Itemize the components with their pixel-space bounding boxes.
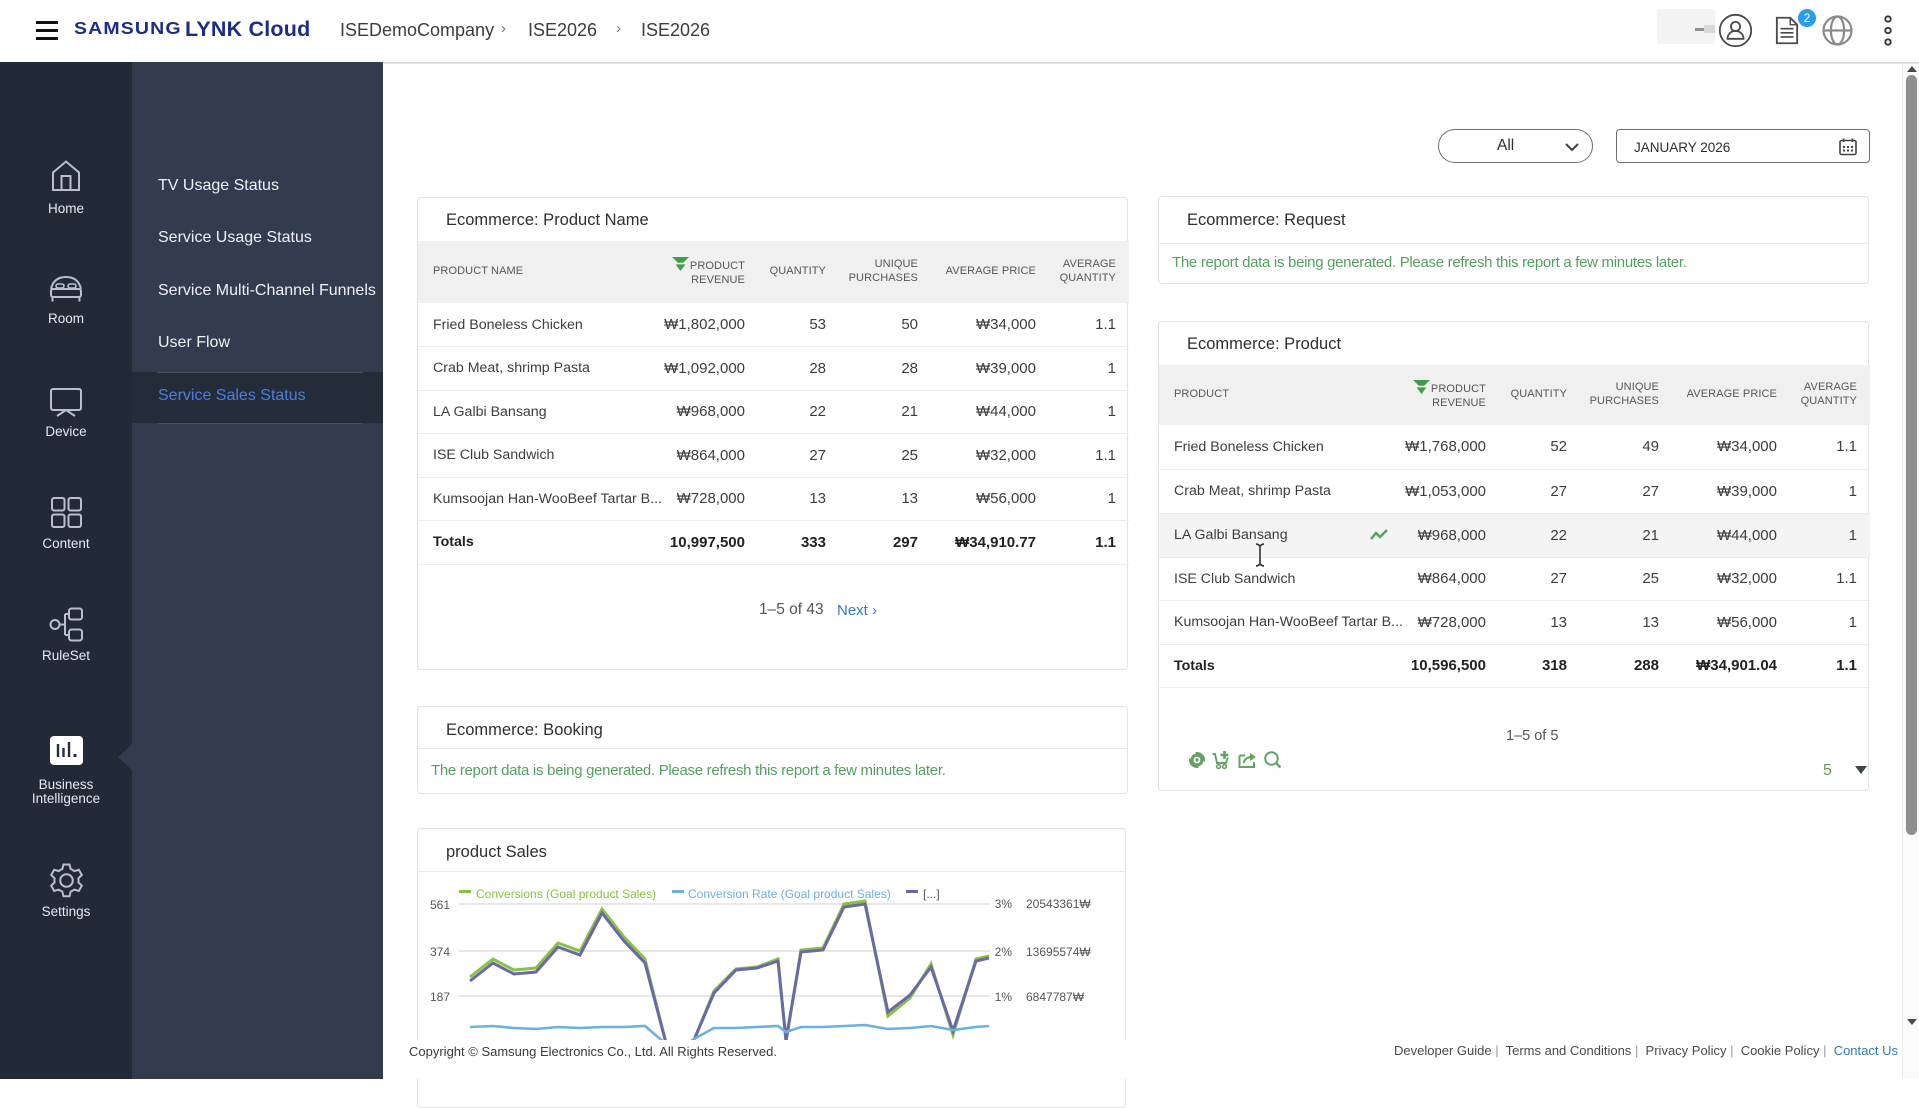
svg-text:6847787₩: 6847787₩	[1026, 990, 1085, 1004]
svg-text:3%: 3%	[995, 897, 1013, 911]
svg-text:1%: 1%	[995, 990, 1013, 1004]
svg-text:[...]: [...]	[923, 887, 940, 901]
svg-text:561: 561	[430, 898, 450, 912]
svg-text:13695574₩: 13695574₩	[1026, 945, 1091, 959]
svg-text:187: 187	[430, 990, 450, 1004]
svg-text:Conversions (Goal product Sale: Conversions (Goal product Sales)	[476, 887, 656, 901]
svg-text:20543361₩: 20543361₩	[1026, 897, 1091, 911]
svg-text:Conversion Rate (Goal product: Conversion Rate (Goal product Sales)	[688, 887, 891, 901]
svg-text:374: 374	[430, 945, 450, 959]
svg-text:2%: 2%	[995, 945, 1013, 959]
